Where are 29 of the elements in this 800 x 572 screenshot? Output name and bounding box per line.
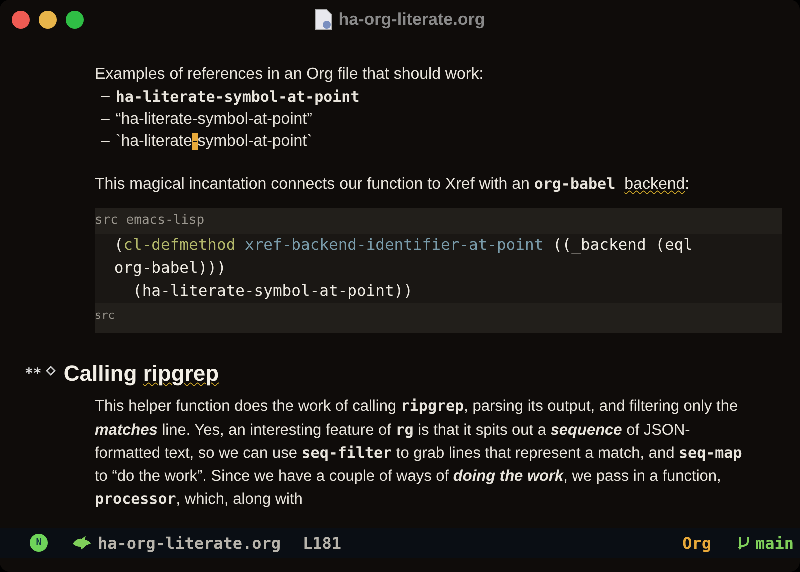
block-footer: src [95,303,782,333]
list-item: ha-literate-symbol-at-point [116,87,360,108]
bird-icon [72,535,92,551]
list-item: “ha-literate-symbol-at-point” [116,110,312,130]
window-title: ha-org-literate.org [338,10,486,30]
list-bullet: – [101,87,110,107]
block-header: src emacs-lisp [95,208,782,234]
list-bullet: – [101,132,110,152]
code-line: org-babel))) [113,258,228,279]
git-branch-icon [737,535,752,551]
major-mode: Org [682,534,712,552]
code-line: (cl-defmethod xref-backend-identifier-at-point ((_backend (eql [113,235,694,256]
close-button[interactable] [12,11,30,29]
paragraph: This helper function does the work of calling ripgrep, parsing its output, and filtering only the matches line. Yes, an interesting feature of rg is that it spits out a sequence of JSON-formatted text, so we can use seq-filter to grab lines that represent a match, and seq-map to “do the work”. Since we have a couple of ways of doing the work, we pass in a function, processor, which, along with [95,396,744,510]
line-number: L181 [303,534,342,552]
heading-stars: ** [25,365,42,384]
list-bullet: – [101,110,110,130]
paragraph: This magical incantation connects our function to Xref with an org-babel backend: [95,174,691,195]
document-icon [314,9,333,31]
git-branch: main [755,534,794,552]
minimize-button[interactable] [39,11,57,29]
code-line: (ha-literate-symbol-at-point)) [132,281,414,302]
intro-text: Examples of references in an Org file that should work: [95,65,485,85]
heading: Calling ripgrep [64,363,220,385]
diamond-icon [46,366,56,376]
list-item: `ha-literate-symbol-at-point` [116,132,312,152]
state-badge: N [30,534,48,552]
zoom-button[interactable] [66,11,84,29]
buffer-name: ha-org-literate.org [98,534,282,552]
